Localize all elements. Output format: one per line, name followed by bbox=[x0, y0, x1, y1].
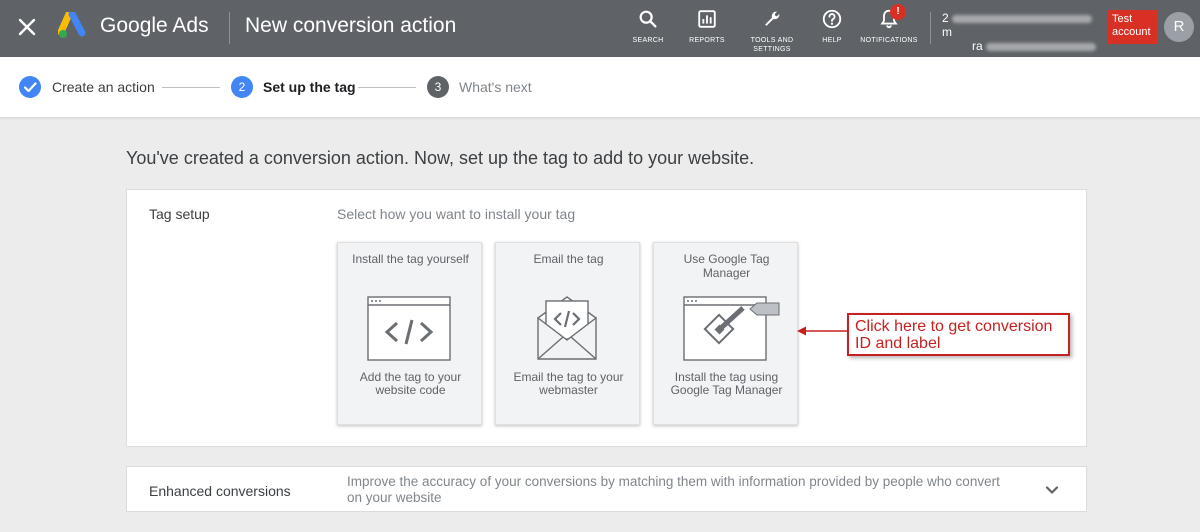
google-tag-manager-option[interactable]: Use Google Tag Manager Install the tag u… bbox=[653, 242, 798, 425]
avatar[interactable]: R bbox=[1164, 12, 1194, 42]
step-2-label: Set up the tag bbox=[263, 79, 356, 95]
enhanced-conversions-panel[interactable]: Enhanced conversions Improve the accurac… bbox=[126, 466, 1087, 512]
enhanced-conversions-description: Improve the accuracy of your conversions… bbox=[347, 474, 1000, 505]
annotation-callout: Click here to get conversion ID and labe… bbox=[847, 313, 1070, 356]
reports-button[interactable]: REPORTS bbox=[689, 8, 725, 56]
tag-setup-subtitle: Select how you want to install your tag bbox=[337, 206, 576, 222]
notifications-label: NOTIFICATIONS bbox=[860, 37, 918, 44]
top-bar: Google Ads New conversion action SEARCH … bbox=[0, 0, 1200, 57]
option-description: Add the tag to your website code bbox=[359, 370, 462, 397]
help-icon bbox=[822, 9, 842, 29]
account-line-2-prefix: ra bbox=[972, 39, 983, 53]
tag-manager-icon bbox=[683, 296, 783, 362]
enhanced-conversions-title: Enhanced conversions bbox=[149, 483, 291, 499]
search-label: SEARCH bbox=[632, 37, 664, 44]
redacted-text bbox=[952, 14, 1093, 23]
chevron-down-icon[interactable] bbox=[1041, 479, 1063, 501]
notifications-button[interactable]: ! NOTIFICATIONS bbox=[859, 4, 919, 56]
step-1-label[interactable]: Create an action bbox=[52, 79, 155, 95]
account-line-1: 2 m bbox=[942, 11, 1102, 39]
search-icon bbox=[639, 10, 657, 28]
tools-label-line1: TOOLS AND bbox=[750, 37, 794, 44]
tag-setup-title: Tag setup bbox=[149, 206, 210, 222]
header-divider-right bbox=[930, 12, 931, 44]
tools-label-line2: SETTINGS bbox=[753, 46, 791, 53]
stepper: Create an action 2 Set up the tag 3 What… bbox=[0, 57, 1200, 118]
option-title: Email the tag bbox=[533, 252, 604, 266]
install-yourself-option[interactable]: Install the tag yourself Add the tag to … bbox=[337, 242, 482, 425]
account-line-1-prefix: 2 bbox=[942, 11, 949, 25]
step-connector bbox=[358, 87, 416, 88]
code-window-icon bbox=[367, 296, 451, 362]
notifications-icon-wrap: ! bbox=[878, 4, 906, 30]
account-info[interactable]: 2 m ra bbox=[942, 11, 1102, 53]
wrench-icon bbox=[765, 11, 780, 26]
option-description: Install the tag using Google Tag Manager bbox=[670, 370, 783, 397]
page-headline: You've created a conversion action. Now,… bbox=[126, 148, 755, 168]
reports-label: REPORTS bbox=[689, 37, 725, 44]
step-2-number: 2 bbox=[231, 76, 253, 98]
account-line-2: ra bbox=[942, 39, 1102, 53]
step-1-check-icon bbox=[19, 76, 41, 98]
tools-and-settings-button[interactable]: TOOLS AND SETTINGS bbox=[748, 8, 796, 56]
help-button[interactable]: HELP bbox=[820, 8, 844, 56]
option-title: Install the tag yourself bbox=[352, 252, 469, 266]
step-3-number: 3 bbox=[427, 76, 449, 98]
help-label: HELP bbox=[822, 37, 842, 44]
notification-badge: ! bbox=[890, 4, 906, 20]
test-account-badge: Test account bbox=[1108, 10, 1157, 44]
google-ads-logo-icon bbox=[57, 10, 90, 40]
close-icon[interactable] bbox=[12, 12, 42, 42]
option-title: Use Google Tag Manager bbox=[683, 252, 770, 280]
annotation-arrow-icon bbox=[796, 324, 848, 336]
search-button[interactable]: SEARCH bbox=[633, 8, 663, 56]
account-line-1-suffix: m bbox=[942, 25, 952, 39]
header-divider bbox=[229, 12, 230, 44]
email-code-icon bbox=[525, 296, 609, 362]
step-3-label: What's next bbox=[459, 79, 532, 95]
option-description: Email the tag to your webmaster bbox=[513, 370, 624, 397]
redacted-text bbox=[986, 42, 1097, 51]
page-title: New conversion action bbox=[245, 14, 457, 37]
step-connector bbox=[162, 87, 220, 88]
brand-name: Google Ads bbox=[100, 14, 209, 37]
email-tag-option[interactable]: Email the tag Email the tag to your webm… bbox=[495, 242, 640, 425]
reports-icon bbox=[698, 10, 716, 28]
tools-label: TOOLS AND SETTINGS bbox=[751, 36, 794, 54]
